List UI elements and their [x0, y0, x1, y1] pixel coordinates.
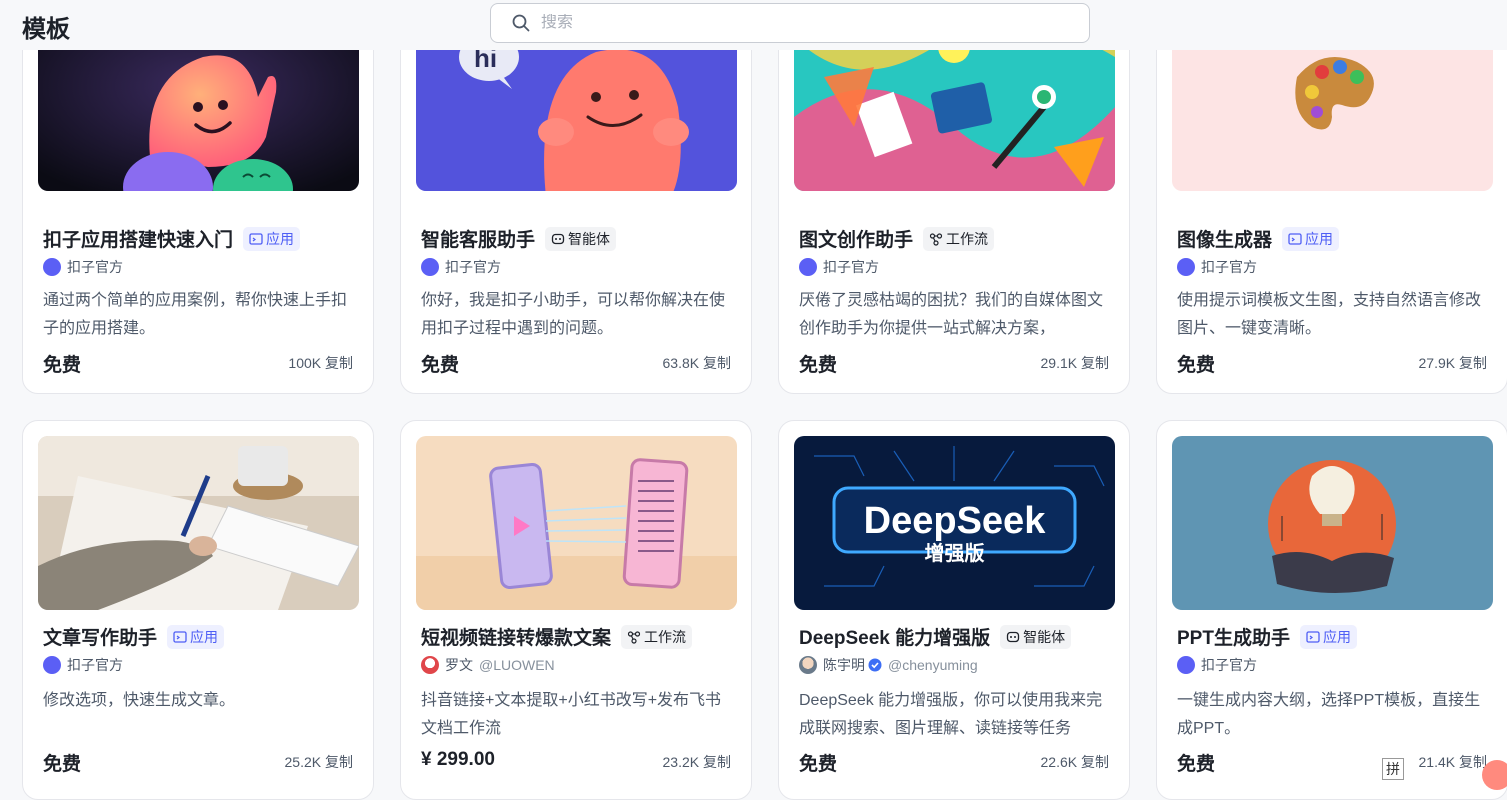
template-thumbnail: [1172, 436, 1493, 610]
search-box[interactable]: [490, 3, 1090, 43]
template-type-tag: 工作流: [621, 624, 693, 649]
template-card[interactable]: 短视频链接转爆款文案 工作流 罗文 @LUOWEN 抖音链接+文本提取+小红书改写…: [400, 420, 752, 800]
avatar: [421, 656, 439, 674]
template-author: 扣子官方: [1177, 655, 1257, 675]
coze-logo-icon: [1177, 656, 1195, 674]
agent-icon: [551, 233, 565, 244]
template-description: 厌倦了灵感枯竭的困扰？我们的自媒体图文创作助手为你提供一站式解决方案，: [799, 292, 1104, 337]
template-card[interactable]: DeepSeek 增强版 DeepSeek 能力增强版 智能体 陈宇明 @che…: [778, 420, 1130, 800]
coze-logo-icon: [43, 258, 61, 276]
app-icon: [1288, 232, 1302, 245]
agent-icon: [1006, 631, 1020, 642]
workflow-icon: [929, 232, 943, 246]
template-copy-count: 29.1K 复制: [1040, 355, 1109, 371]
template-thumbnail: [416, 436, 737, 610]
floating-assistant-icon[interactable]: [1482, 760, 1507, 790]
template-card[interactable]: 文章写作助手 应用 扣子官方 修改选项，快速生成文章。 免费 25.2K 复制: [22, 420, 374, 800]
template-thumbnail: [38, 436, 359, 610]
template-author: 扣子官方: [1177, 257, 1257, 277]
template-type-tag: 智能体: [1000, 624, 1072, 649]
template-author: 扣子官方: [421, 257, 501, 277]
template-title[interactable]: 智能客服助手: [421, 225, 535, 252]
ime-indicator[interactable]: 拼: [1382, 758, 1404, 780]
template-type-tag: 智能体: [545, 226, 617, 251]
template-type-tag: 工作流: [923, 226, 995, 251]
app-icon: [249, 232, 263, 245]
template-author: 扣子官方: [43, 655, 123, 675]
deepseek-subtitle: 增强版: [925, 541, 985, 565]
template-description: 你好，我是扣子小助手，可以帮你解决在使用扣子过程中遇到的问题。: [421, 292, 726, 337]
template-title[interactable]: 图像生成器: [1177, 225, 1272, 252]
template-description: 抖音链接+文本提取+小红书改写+发布飞书文档工作流: [421, 692, 722, 737]
top-bar: 模板: [0, 0, 1507, 50]
template-price: 免费: [43, 754, 82, 775]
verified-badge-icon: [868, 658, 882, 672]
coze-logo-icon: [421, 258, 439, 276]
template-card[interactable]: 图文创作助手 工作流 扣子官方 厌倦了灵感枯竭的困扰？我们的自媒体图文创作助手为…: [778, 20, 1130, 394]
template-type-tag: 应用: [1282, 226, 1340, 251]
template-type-tag: 应用: [243, 226, 301, 251]
page-title: 模板: [22, 16, 70, 43]
template-copy-count: 27.9K 复制: [1418, 355, 1487, 371]
template-copy-count: 21.4K 复制: [1418, 754, 1487, 770]
search-icon: [512, 14, 530, 32]
template-title[interactable]: 短视频链接转爆款文案: [421, 623, 611, 650]
template-title[interactable]: 扣子应用搭建快速入门: [43, 225, 233, 252]
app-icon: [173, 630, 187, 643]
template-type-tag: 应用: [1299, 624, 1357, 649]
template-author: 陈宇明 @chenyuming: [799, 655, 978, 675]
template-copy-count: 100K 复制: [288, 355, 353, 371]
workflow-icon: [627, 630, 641, 644]
template-description: 使用提示词模板文生图，支持自然语言修改图片、一键变清晰。: [1177, 292, 1482, 337]
template-card[interactable]: hi 智能客服助手 智能体 扣子官方 你好，我是扣子小助手，可以帮你解决在使用扣…: [400, 20, 752, 394]
template-card[interactable]: PPT生成助手 应用 扣子官方 一键生成内容大纲，选择PPT模板，直接生成PPT…: [1156, 420, 1507, 800]
coze-logo-icon: [799, 258, 817, 276]
template-card[interactable]: 扣子应用搭建快速入门 应用 扣子官方 通过两个简单的应用案例，帮你快速上手扣子的…: [22, 20, 374, 394]
coze-logo-icon: [43, 656, 61, 674]
coze-logo-icon: [1177, 258, 1195, 276]
template-copy-count: 22.6K 复制: [1040, 754, 1109, 770]
deepseek-wordmark: DeepSeek: [864, 500, 1047, 542]
template-copy-count: 23.2K 复制: [662, 754, 731, 770]
template-author: 扣子官方: [799, 257, 879, 277]
template-price: 免费: [421, 355, 460, 376]
template-title[interactable]: 图文创作助手: [799, 225, 913, 252]
app-icon: [1306, 630, 1320, 643]
template-price: 免费: [43, 355, 82, 376]
template-copy-count: 25.2K 复制: [284, 754, 353, 770]
template-price: 免费: [799, 355, 838, 376]
template-title[interactable]: PPT生成助手: [1177, 623, 1290, 650]
template-type-tag: 应用: [167, 624, 225, 649]
template-description: 修改选项，快速生成文章。: [43, 692, 236, 709]
template-card[interactable]: 图像生成器 应用 扣子官方 使用提示词模板文生图，支持自然语言修改图片、一键变清…: [1156, 20, 1507, 394]
template-title[interactable]: DeepSeek 能力增强版: [799, 623, 990, 650]
template-title[interactable]: 文章写作助手: [43, 623, 157, 650]
template-price: 免费: [1177, 754, 1216, 775]
template-price: ¥ 299.00: [421, 749, 495, 770]
template-price: 免费: [1177, 355, 1216, 376]
search-input[interactable]: [541, 14, 1061, 32]
template-thumbnail: DeepSeek 增强版: [794, 436, 1115, 610]
template-author: 扣子官方: [43, 257, 123, 277]
template-description: 一键生成内容大纲，选择PPT模板，直接生成PPT。: [1177, 692, 1481, 737]
template-price: 免费: [799, 754, 838, 775]
template-author: 罗文 @LUOWEN: [421, 655, 555, 675]
template-copy-count: 63.8K 复制: [662, 355, 731, 371]
avatar: [799, 656, 817, 674]
template-description: DeepSeek 能力增强版，你可以使用我来完成联网搜索、图片理解、读链接等任务: [799, 692, 1103, 737]
template-description: 通过两个简单的应用案例，帮你快速上手扣子的应用搭建。: [43, 292, 348, 337]
